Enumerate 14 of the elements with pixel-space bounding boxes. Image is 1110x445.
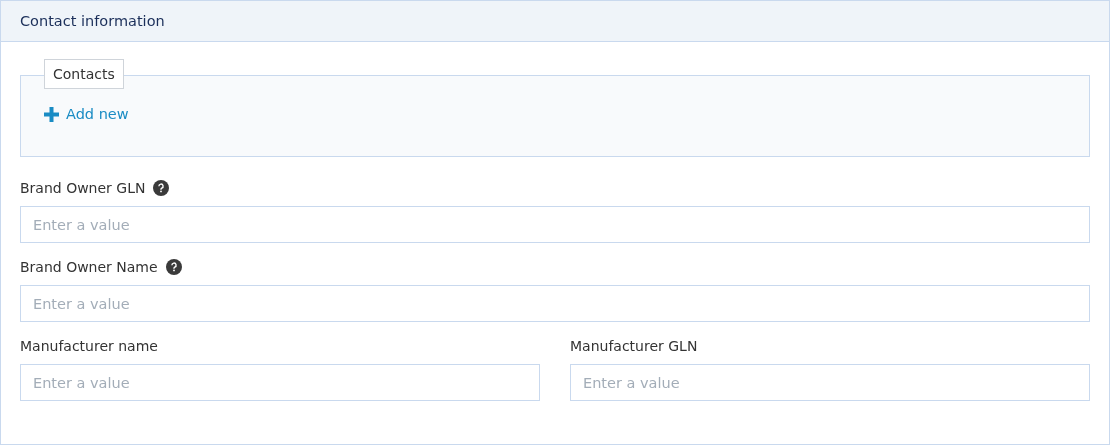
field-label: Manufacturer name xyxy=(20,338,158,354)
add-new-link[interactable]: Add new xyxy=(44,106,129,122)
field-label: Brand Owner GLN xyxy=(20,180,146,196)
text-input[interactable]: Enter a value xyxy=(20,285,1090,322)
field-label: Manufacturer GLN xyxy=(570,338,698,354)
group-legend: Contacts xyxy=(44,59,124,89)
plus-icon xyxy=(44,106,59,122)
text-input[interactable]: Enter a value xyxy=(570,364,1090,401)
text-input[interactable]: Enter a value xyxy=(20,364,540,401)
text-input[interactable]: Enter a value xyxy=(20,206,1090,243)
field-label: Brand Owner Name xyxy=(20,259,158,275)
help-icon[interactable] xyxy=(165,259,182,275)
panel-title: Contact information xyxy=(20,13,165,29)
help-icon[interactable] xyxy=(153,180,170,196)
